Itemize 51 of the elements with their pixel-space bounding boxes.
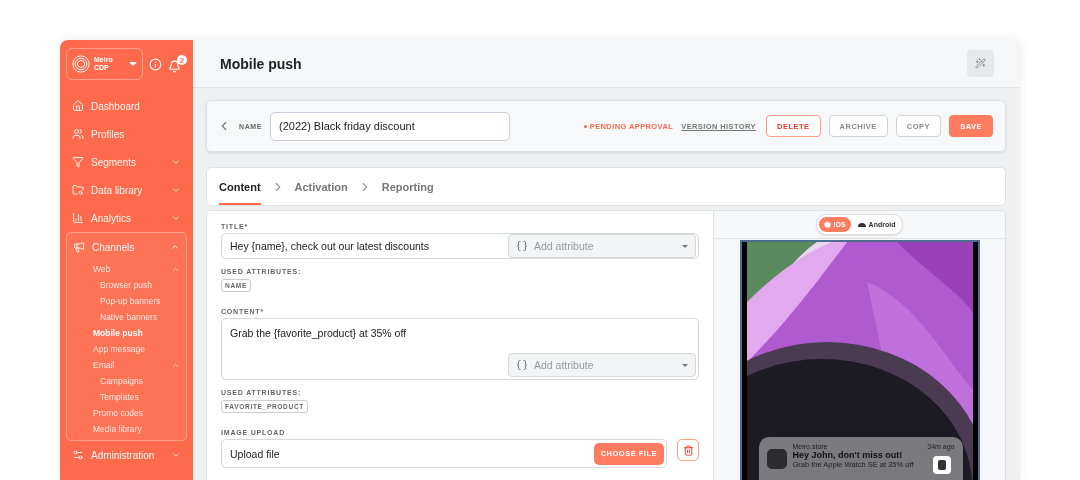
delete-button[interactable] (677, 439, 699, 461)
content-field[interactable]: Grab the {favorite_product} at 35% off Add attribute (221, 318, 699, 380)
tab[interactable]: Reporting (381, 168, 434, 205)
notification-title: Hey John, don't miss out! (792, 450, 904, 460)
magic-wand-button[interactable] (967, 50, 994, 77)
nav-icon (72, 128, 84, 140)
nav-subitem[interactable]: Browser push (67, 277, 186, 293)
nav-subitem[interactable]: Pop-up banners (67, 293, 186, 309)
nav-icon (72, 212, 84, 224)
magic-wand-icon (975, 58, 986, 69)
nav-icon (72, 156, 84, 168)
braces-icon (516, 240, 528, 252)
nav-item[interactable]: Administration (66, 441, 187, 469)
nav-subitem[interactable]: Templates (67, 389, 186, 405)
notification-badge: 2 (177, 55, 187, 65)
nav-subitem[interactable]: App message (67, 341, 186, 357)
caret-icon (129, 62, 138, 66)
attribute-dropdown[interactable]: Add attribute (508, 234, 696, 258)
nav-subitem[interactable]: Native banners (67, 309, 186, 325)
nav-subitem[interactable]: Mobile push (67, 325, 186, 341)
nav-item[interactable]: Profiles (66, 120, 187, 148)
nav-subitem[interactable]: Promo codes (67, 405, 186, 421)
page-title: Mobile push (220, 55, 302, 72)
tab[interactable]: Content (219, 168, 261, 205)
name-field[interactable]: (2022) Black friday discount (270, 111, 510, 141)
nav-item[interactable]: Data library (66, 176, 187, 204)
nav-subitem[interactable]: Web (67, 261, 186, 277)
nav-item[interactable]: Dashboard (66, 92, 187, 120)
trash-icon (682, 444, 694, 456)
watch-thumbnail (932, 456, 951, 474)
bell-icon (168, 60, 181, 73)
android-icon (857, 222, 866, 227)
logo-icon (72, 55, 90, 73)
nav-icon (72, 449, 84, 461)
nav-item[interactable]: Analytics (66, 204, 187, 232)
apple-icon (823, 221, 831, 228)
info-icon[interactable] (149, 57, 162, 71)
nav-icon (72, 100, 84, 112)
attribute-dropdown[interactable]: Add attribute (508, 353, 696, 377)
tab[interactable]: Activation (294, 168, 348, 205)
nav-item[interactable]: Segments (66, 148, 187, 176)
app-icon (766, 449, 787, 469)
title-field[interactable]: Hey {name}, check out our latest discounts Add attribute (221, 233, 699, 259)
nav-item[interactable]: Channels (67, 233, 186, 261)
nav-subitem[interactable]: Media library (67, 421, 186, 437)
nav-icon (72, 184, 84, 196)
nav-subitem[interactable]: Campaigns (67, 373, 186, 389)
nav-subitem[interactable]: Email (67, 357, 186, 373)
notifications-button[interactable]: 2 (168, 55, 187, 73)
nav-icon (73, 241, 85, 253)
braces-icon (516, 359, 528, 371)
